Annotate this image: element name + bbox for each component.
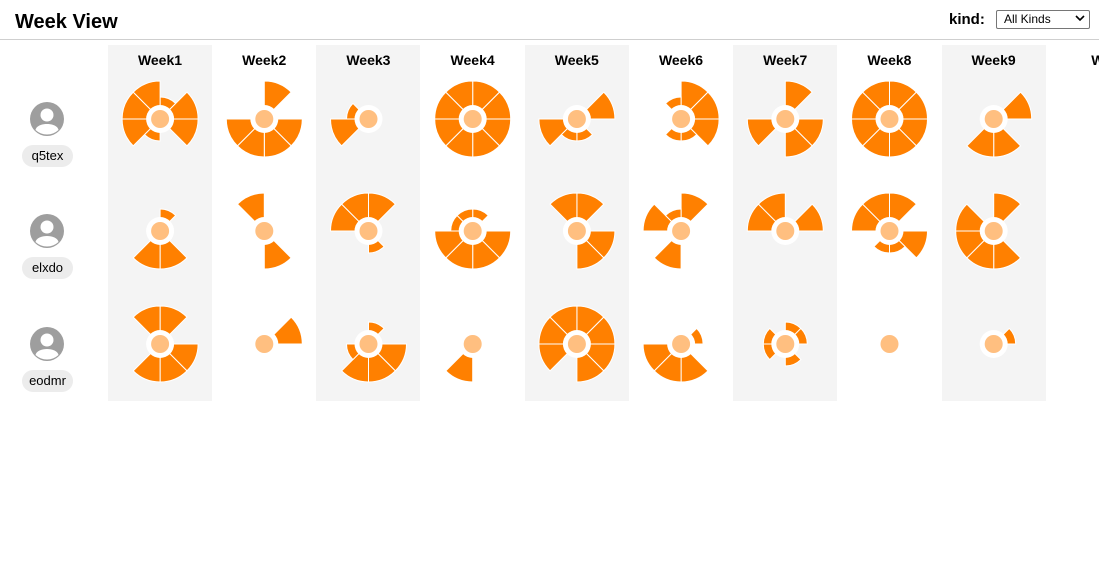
glyph-center-dot <box>776 222 795 240</box>
glyph-center-dot <box>151 335 170 353</box>
activity-glyph[interactable] <box>762 321 808 367</box>
glyph-ring <box>1084 330 1099 358</box>
activity-glyph[interactable] <box>955 192 1022 270</box>
glyph-center-dot <box>463 110 482 128</box>
glyph-center-dot <box>359 110 378 128</box>
glyph-center-dot <box>359 222 378 240</box>
activity-glyph[interactable] <box>538 305 616 383</box>
activity-glyph[interactable] <box>549 192 616 270</box>
glyph-center-dot <box>463 222 482 240</box>
kind-select[interactable]: All Kinds <box>996 10 1090 29</box>
glyph-center-dot <box>672 110 691 128</box>
page-title: Week View <box>15 11 118 33</box>
glyph-center-dot <box>151 222 170 240</box>
activity-glyph[interactable] <box>132 208 188 270</box>
glyph-center-dot <box>880 335 899 353</box>
activity-glyph[interactable] <box>850 80 929 158</box>
activity-glyph[interactable] <box>340 321 408 383</box>
glyph-center-dot <box>1089 335 1099 353</box>
activity-glyph[interactable] <box>132 305 199 383</box>
glyph-center-dot <box>567 222 586 240</box>
week-grid: Week1 Week2 Week3 Week4 Week5 Week6 Week7 Week8… <box>0 40 1099 561</box>
glyph-center-dot <box>672 222 691 240</box>
activity-glyph[interactable] <box>966 91 1033 158</box>
activity-glyph[interactable] <box>329 102 383 147</box>
glyph-center-dot <box>880 110 899 128</box>
activity-glyph[interactable] <box>236 192 292 270</box>
activity-glyph[interactable] <box>538 91 616 147</box>
glyph-center-dot <box>255 110 274 128</box>
glyph-center-dot <box>880 222 899 240</box>
activity-glyph[interactable] <box>642 327 709 383</box>
glyph-center-dot <box>776 335 795 353</box>
glyph-center-dot <box>463 335 482 353</box>
glyph-center-dot <box>567 335 586 353</box>
glyph-center-dot <box>1089 222 1099 240</box>
activity-glyph[interactable] <box>250 316 303 358</box>
glyph-center-dot <box>359 335 378 353</box>
glyph-center-dot <box>255 335 274 353</box>
activity-glyph[interactable] <box>979 327 1017 358</box>
glyph-center-dot <box>255 222 274 240</box>
glyph-center-dot <box>984 222 1003 240</box>
activity-glyph[interactable] <box>664 80 720 147</box>
activity-glyphs <box>121 80 1099 383</box>
glyph-center-dot <box>567 110 586 128</box>
glyph-center-dot <box>1089 110 1099 128</box>
kind-select-value: All Kinds <box>1004 12 1051 26</box>
glyph-center-dot <box>672 335 691 353</box>
activity-glyph[interactable] <box>850 192 929 259</box>
glyph-ring <box>1084 217 1099 245</box>
activity-glyph[interactable] <box>434 80 512 158</box>
glyph-center-dot <box>776 110 795 128</box>
activity-glyph[interactable] <box>445 330 487 383</box>
glyph-ring <box>1084 105 1099 133</box>
activity-glyph[interactable] <box>225 80 303 158</box>
activity-glyph[interactable] <box>746 80 824 158</box>
glyph-center-dot <box>984 335 1003 353</box>
activity-glyph[interactable] <box>329 192 397 254</box>
glyph-center-dot <box>151 110 170 128</box>
activity-glyph[interactable] <box>746 192 824 245</box>
activity-glyph[interactable] <box>1084 105 1099 133</box>
activity-glyph[interactable] <box>1084 330 1099 358</box>
activity-glyph[interactable] <box>434 208 512 270</box>
activity-glyph[interactable] <box>1084 217 1099 245</box>
kind-filter-label: kind: <box>949 11 985 28</box>
activity-glyph[interactable] <box>121 80 199 147</box>
chevron-down-icon <box>1075 15 1085 22</box>
glyph-center-dot <box>984 110 1003 128</box>
activity-glyph[interactable] <box>875 330 904 358</box>
activity-glyph[interactable] <box>642 192 709 270</box>
app-header: Week View kind: All Kinds <box>0 0 1099 40</box>
